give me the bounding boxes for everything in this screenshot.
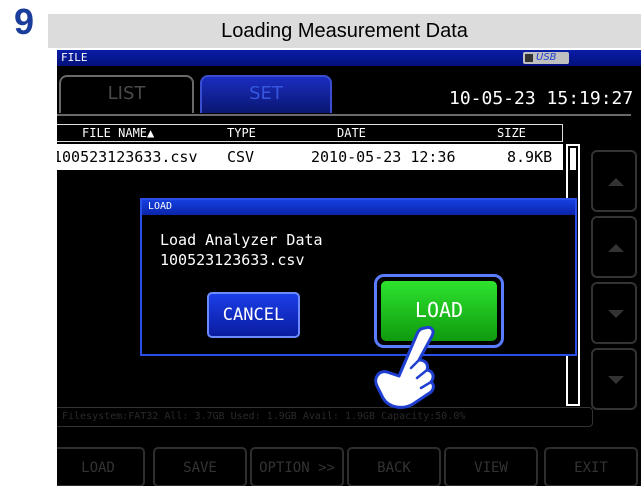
table-row[interactable]: 100523123633.csv CSV 2010-05-23 12:36 8.… (57, 144, 563, 170)
file-date-cell: 2010-05-23 12:36 (311, 148, 456, 166)
dialog-message-line2: 100523123633.csv (160, 251, 305, 269)
back-button[interactable]: BACK (347, 447, 441, 486)
load-button[interactable]: LOAD (57, 447, 145, 486)
datetime: 10-05-23 15:19:27 (449, 88, 634, 109)
scroll-up-button[interactable] (591, 216, 637, 278)
load-dialog: LOAD Load Analyzer Data 100523123633.csv… (140, 198, 577, 356)
dialog-message: Load Analyzer Data 100523123633.csv (160, 230, 323, 270)
dialog-title: LOAD (142, 200, 575, 215)
column-header-type[interactable]: TYPE (227, 125, 256, 141)
device-screen: FILE USB LIST SET 10-05-23 15:19:27 FILE… (57, 50, 641, 486)
file-table-header: FILE NAME▲ TYPE DATE SIZE (57, 124, 563, 142)
option-button[interactable]: OPTION >> (250, 447, 344, 486)
step-title: Loading Measurement Data (48, 14, 641, 48)
column-header-size[interactable]: SIZE (497, 125, 526, 141)
filesystem-status: Filesystem:FAT32 All: 3.7GB Used: 1.9GB … (57, 407, 593, 427)
exit-button[interactable]: EXIT (544, 447, 638, 486)
dialog-message-line1: Load Analyzer Data (160, 231, 323, 249)
scrollbar-thumb[interactable] (570, 148, 576, 170)
up-arrow-icon (608, 244, 624, 252)
save-button[interactable]: SAVE (153, 447, 247, 486)
double-down-arrow-icon (608, 376, 624, 384)
page-up-button[interactable] (591, 150, 637, 212)
view-button[interactable]: VIEW (444, 447, 538, 486)
scroll-down-button[interactable] (591, 282, 637, 344)
tab-divider (57, 114, 631, 116)
screen-mode-label: FILE (61, 51, 88, 64)
dialog-cancel-button[interactable]: CANCEL (207, 292, 300, 338)
usb-label: USB (536, 52, 557, 63)
usb-icon (525, 54, 533, 62)
pointing-hand-icon (374, 326, 435, 409)
column-header-date[interactable]: DATE (337, 125, 366, 141)
step-number: 9 (13, 1, 35, 42)
double-up-arrow-icon (608, 178, 624, 186)
tab-set[interactable]: SET (200, 75, 332, 113)
file-size-cell: 8.9KB (507, 148, 553, 166)
usb-indicator: USB (523, 52, 569, 64)
column-header-file-name[interactable]: FILE NAME▲ (82, 125, 154, 141)
file-name-cell: 100523123633.csv (57, 148, 198, 166)
down-arrow-icon (608, 310, 624, 318)
tab-list[interactable]: LIST (59, 75, 194, 113)
file-type-cell: CSV (227, 148, 255, 166)
page-down-button[interactable] (591, 348, 637, 410)
top-bar: FILE USB (57, 50, 641, 66)
